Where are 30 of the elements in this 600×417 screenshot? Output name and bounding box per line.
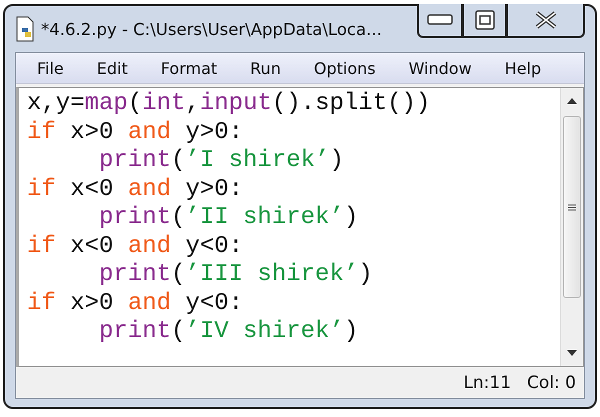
minimize-button[interactable]: [417, 4, 463, 38]
scrollbar[interactable]: [560, 88, 583, 366]
close-icon: [534, 11, 556, 29]
maximize-icon: [474, 10, 494, 30]
scrollbar-thumb[interactable]: [563, 116, 581, 298]
menu-item[interactable]: Window: [398, 58, 483, 78]
code-line: print(’II shirek’): [98, 204, 360, 232]
code-line: print(’III shirek’): [98, 261, 374, 290]
code-line: if x<0 and y<0:: [27, 232, 244, 261]
menu-item[interactable]: Format: [150, 58, 228, 78]
line-number: Ln:11: [463, 372, 512, 392]
code-line: if x>0 and y>0:: [27, 118, 244, 147]
maximize-button[interactable]: [463, 4, 507, 38]
menu-item[interactable]: Run: [239, 58, 292, 78]
code-line: x,y=map(int,input().split()): [27, 90, 432, 118]
code-line: print(’IV shirek’): [98, 318, 360, 346]
python-file-icon: [15, 16, 35, 42]
menu-item[interactable]: Options: [302, 58, 387, 78]
menu-item[interactable]: Help: [494, 58, 552, 78]
window-title: *4.6.2.py - C:\Users\User\AppData\Loca...: [41, 20, 382, 38]
scroll-down-icon[interactable]: [567, 350, 577, 356]
code-line: if x<0 and y>0:: [27, 176, 244, 204]
code-line: if x>0 and y<0:: [27, 290, 244, 318]
close-button[interactable]: [507, 4, 585, 38]
code-line: print(’I shirek’): [98, 147, 345, 176]
scroll-up-icon[interactable]: [567, 98, 577, 104]
minimize-icon: [427, 14, 453, 26]
column-number: Col: 0: [527, 372, 576, 392]
menu-item[interactable]: Edit: [86, 58, 139, 78]
menu-item[interactable]: File: [26, 58, 75, 78]
